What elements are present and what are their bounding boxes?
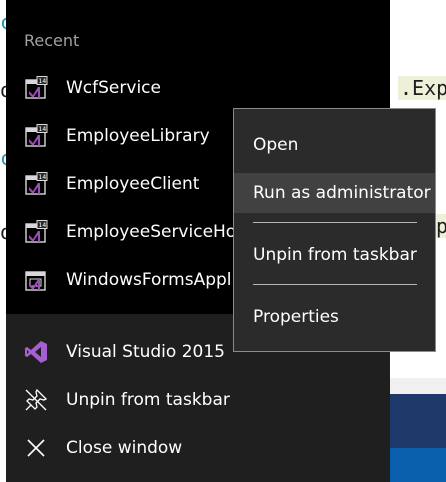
editor-scrollbar <box>390 378 446 394</box>
task-label: Unpin from taskbar <box>66 390 230 410</box>
window-bottom-bar <box>390 394 446 448</box>
menu-separator <box>253 284 417 285</box>
taskbar <box>390 448 446 482</box>
visual-studio-logo-icon <box>25 341 47 363</box>
code-fragment: .Exp <box>398 76 446 100</box>
recent-item-label: WcfService <box>66 78 161 98</box>
menu-item-label: Run as administrator <box>253 183 431 203</box>
menu-separator <box>253 222 417 223</box>
task-label: Visual Studio 2015 <box>66 342 225 362</box>
svg-text:14: 14 <box>39 78 47 85</box>
visual-studio-project-icon: 14 <box>25 76 48 99</box>
unpin-icon <box>25 388 48 411</box>
visual-studio-form-icon <box>25 271 46 291</box>
unpin-from-taskbar-button[interactable]: Unpin from taskbar <box>6 376 390 424</box>
code-fragment: p <box>436 214 446 238</box>
menu-item-open[interactable]: Open <box>234 125 435 165</box>
menu-item-label: Open <box>253 135 299 155</box>
recent-item-wcfservice[interactable]: 14 WcfService <box>6 64 390 112</box>
visual-studio-project-icon: 14 <box>25 220 48 243</box>
context-menu: Open Run as administrator Unpin from tas… <box>233 108 436 352</box>
editor-area <box>390 352 446 378</box>
visual-studio-project-icon: 14 <box>25 172 48 195</box>
menu-item-run-as-administrator[interactable]: Run as administrator <box>234 173 435 213</box>
task-label: Close window <box>66 438 183 458</box>
close-icon <box>27 439 45 457</box>
visual-studio-project-icon: 14 <box>25 124 48 147</box>
menu-item-label: Unpin from taskbar <box>253 245 417 265</box>
recent-heading: Recent <box>24 31 80 50</box>
svg-text:14: 14 <box>39 174 47 181</box>
svg-text:14: 14 <box>39 222 47 229</box>
close-window-button[interactable]: Close window <box>6 424 390 472</box>
menu-item-label: Properties <box>253 307 339 327</box>
menu-item-properties[interactable]: Properties <box>234 297 435 337</box>
menu-item-unpin-from-taskbar[interactable]: Unpin from taskbar <box>234 235 435 275</box>
svg-text:14: 14 <box>39 126 47 133</box>
